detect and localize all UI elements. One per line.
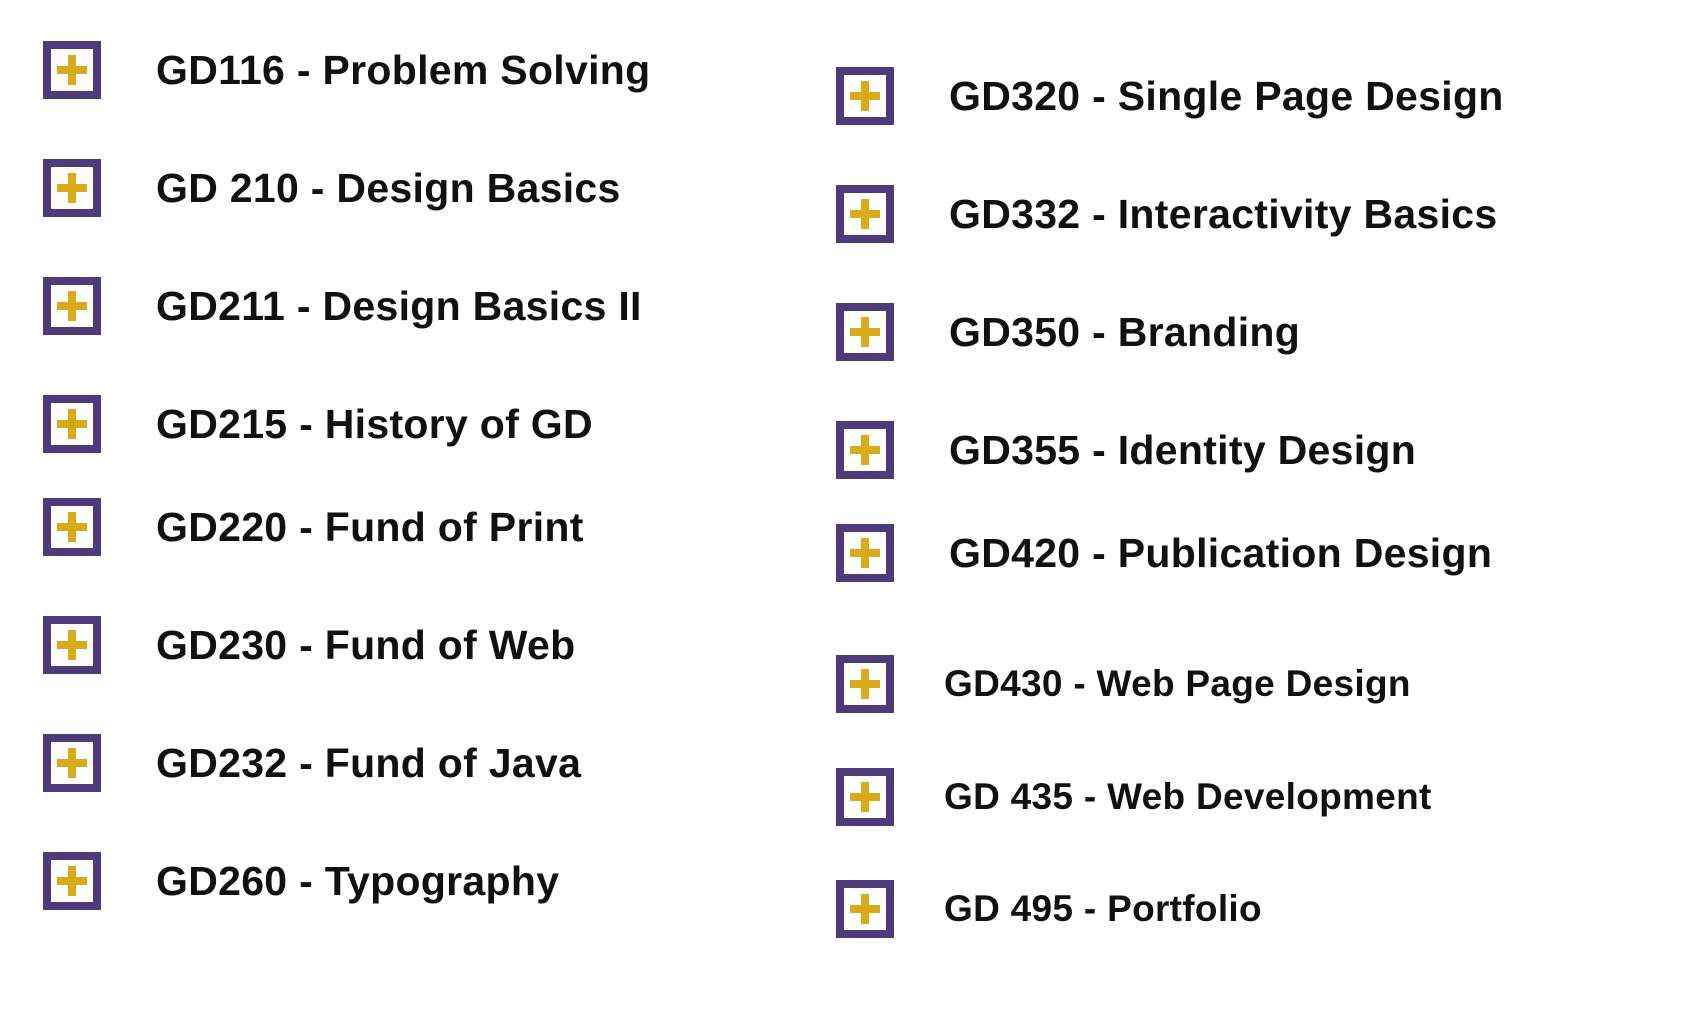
plus-icon[interactable] [836,303,894,361]
plus-icon[interactable] [836,655,894,713]
plus-icon[interactable] [43,159,101,217]
plus-icon[interactable] [836,880,894,938]
course-label[interactable]: GD211 - Design Basics II [156,277,642,335]
plus-icon[interactable] [836,185,894,243]
plus-icon[interactable] [43,616,101,674]
course-label[interactable]: GD220 - Fund of Print [156,498,584,556]
plus-icon[interactable] [43,277,101,335]
plus-icon[interactable] [43,852,101,910]
plus-icon[interactable] [43,41,101,99]
course-label[interactable]: GD355 - Identity Design [949,421,1416,479]
course-label[interactable]: GD215 - History of GD [156,395,593,453]
course-label[interactable]: GD320 - Single Page Design [949,67,1504,125]
course-label[interactable]: GD260 - Typography [156,852,559,910]
plus-icon[interactable] [43,734,101,792]
plus-icon[interactable] [43,498,101,556]
course-label[interactable]: GD430 - Web Page Design [944,655,1411,713]
plus-icon[interactable] [836,768,894,826]
course-label[interactable]: GD230 - Fund of Web [156,616,576,674]
course-label[interactable]: GD 435 - Web Development [944,768,1432,826]
course-label[interactable]: GD420 - Publication Design [949,524,1492,582]
plus-icon[interactable] [43,395,101,453]
course-label[interactable]: GD350 - Branding [949,303,1300,361]
course-label[interactable]: GD 210 - Design Basics [156,159,621,217]
course-label[interactable]: GD 495 - Portfolio [944,880,1262,938]
course-label[interactable]: GD116 - Problem Solving [156,41,650,99]
course-label[interactable]: GD332 - Interactivity Basics [949,185,1498,243]
plus-icon[interactable] [836,524,894,582]
plus-icon[interactable] [836,67,894,125]
course-label[interactable]: GD232 - Fund of Java [156,734,581,792]
plus-icon[interactable] [836,421,894,479]
